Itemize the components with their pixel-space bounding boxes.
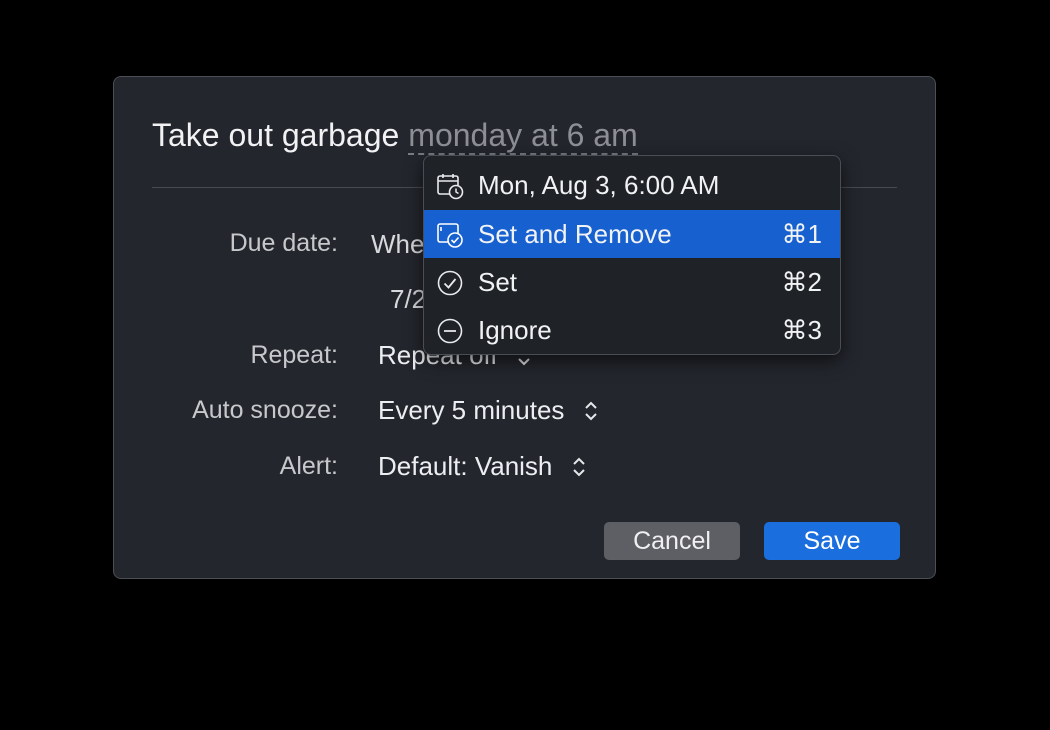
menu-date-label: Mon, Aug 3, 6:00 AM — [478, 170, 720, 200]
calendar-clock-icon — [437, 174, 464, 200]
reminder-date-token[interactable]: monday at 6 am — [408, 117, 638, 155]
menu-item-shortcut: ⌘3 — [781, 315, 822, 345]
alert-label: Alert: — [279, 452, 338, 480]
menu-item-label: Ignore — [478, 315, 552, 345]
menu-item-shortcut: ⌘2 — [781, 267, 822, 297]
menu-item-set-and-remove[interactable]: Set and Remove ⌘1 — [424, 210, 840, 258]
reminder-title[interactable]: Take out garbage monday at 6 am — [152, 117, 638, 155]
minus-circle-icon — [437, 318, 463, 344]
menu-item-label: Set — [478, 267, 518, 297]
reminder-title-text[interactable]: Take out garbage — [152, 117, 399, 153]
updown-chevron-icon — [572, 457, 585, 477]
due-date-label: Due date: — [229, 229, 338, 257]
calendar-check-icon — [437, 223, 463, 248]
due-date-sub-value[interactable]: 7/2 — [390, 284, 426, 315]
menu-item-shortcut: ⌘1 — [781, 219, 822, 249]
auto-snooze-value: Every 5 minutes — [378, 395, 565, 425]
check-circle-icon — [437, 270, 463, 296]
alert-popup[interactable]: Default: Vanish — [378, 451, 586, 482]
menu-item-date-preview[interactable]: Mon, Aug 3, 6:00 AM — [424, 161, 840, 209]
due-date-value[interactable]: Whe — [371, 229, 424, 260]
cancel-button[interactable]: Cancel — [604, 522, 740, 560]
repeat-label: Repeat: — [250, 341, 338, 369]
date-suggestion-menu: Mon, Aug 3, 6:00 AM Set and Remove ⌘1 Se… — [423, 155, 841, 355]
auto-snooze-popup[interactable]: Every 5 minutes — [378, 395, 598, 426]
updown-chevron-icon — [584, 401, 597, 421]
menu-item-label: Set and Remove — [478, 219, 672, 249]
menu-item-set[interactable]: Set ⌘2 — [424, 258, 840, 306]
auto-snooze-label: Auto snooze: — [192, 396, 338, 424]
alert-value: Default: Vanish — [378, 451, 553, 481]
save-button[interactable]: Save — [764, 522, 900, 560]
menu-item-ignore[interactable]: Ignore ⌘3 — [424, 306, 840, 354]
